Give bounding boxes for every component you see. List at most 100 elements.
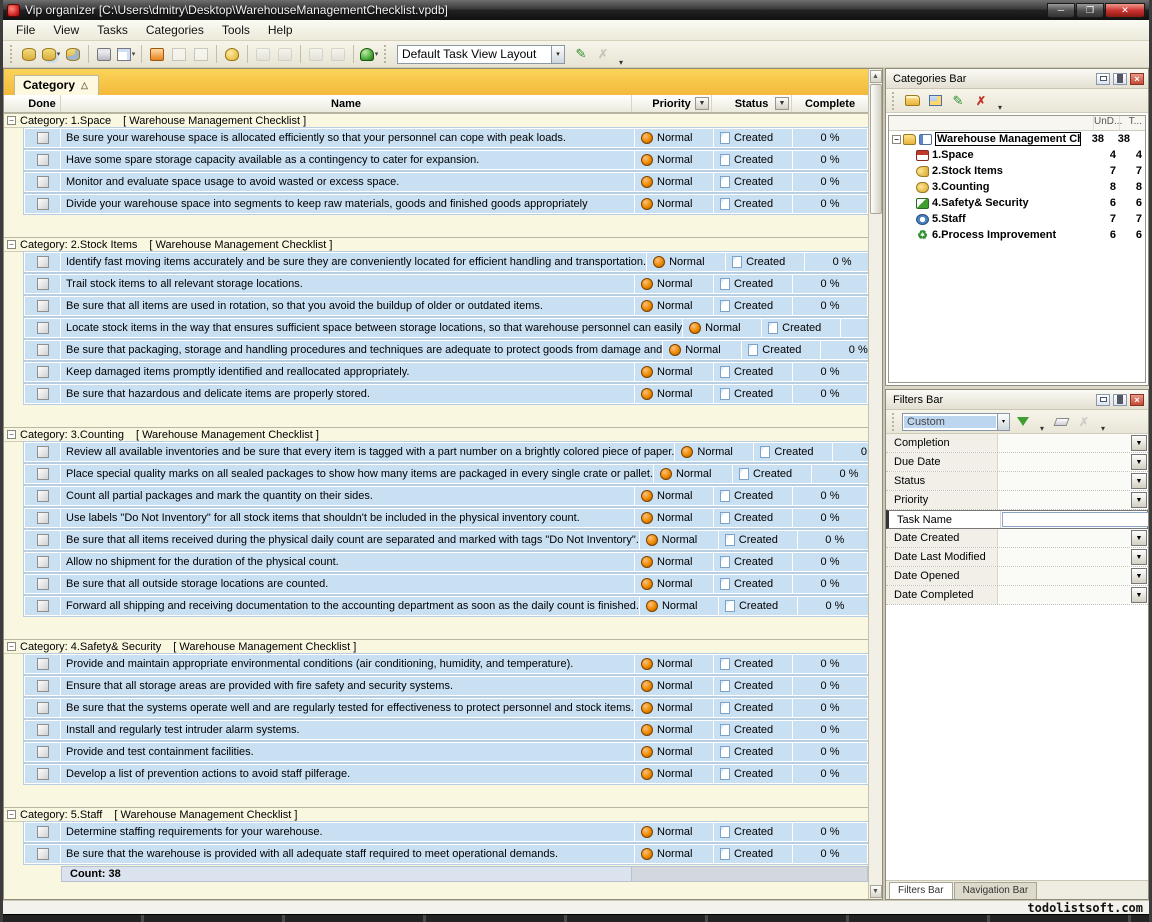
column-header-undone[interactable]: UnD...: [1093, 116, 1119, 130]
clear-filter-button[interactable]: [1051, 412, 1071, 431]
task-row[interactable]: Provide and test containment facilities.…: [4, 742, 868, 764]
move-down-button[interactable]: [275, 44, 295, 64]
layout-combobox[interactable]: Default Task View Layout ▾: [397, 45, 565, 64]
filter-dropdown-icon[interactable]: ▼: [1131, 454, 1147, 470]
filter-field-value[interactable]: [998, 434, 1130, 452]
filter-dropdown-icon[interactable]: ▼: [1131, 587, 1147, 603]
category-tree-item[interactable]: ♻6.Process Improvement66: [889, 227, 1145, 243]
filter-field-row[interactable]: Due Date▼: [886, 453, 1148, 472]
filter-dropdown-icon[interactable]: ▼: [1131, 492, 1147, 508]
task-done-checkbox[interactable]: [37, 534, 49, 546]
toolbar-overflow-icon[interactable]: ▾: [615, 58, 627, 67]
panel-pin-button[interactable]: [1113, 394, 1127, 406]
menu-help[interactable]: Help: [259, 21, 302, 39]
scroll-up-icon[interactable]: ▲: [870, 70, 882, 83]
combobox-arrow-icon[interactable]: ▾: [551, 46, 564, 63]
task-row[interactable]: Determine staffing requirements for your…: [4, 822, 868, 844]
task-done-checkbox[interactable]: [37, 154, 49, 166]
column-header-complete[interactable]: Complete: [792, 95, 868, 112]
filter-field-value[interactable]: [998, 529, 1130, 547]
filter-field-row[interactable]: Completion▼: [886, 434, 1148, 453]
column-header-priority[interactable]: Priority▼: [632, 95, 712, 112]
move-top-button[interactable]: [306, 44, 326, 64]
task-row[interactable]: Forward all shipping and receiving docum…: [4, 596, 868, 618]
apply-filter-caret-icon[interactable]: ▾: [1036, 424, 1048, 433]
reminders-button[interactable]: ▾: [359, 44, 379, 64]
edit-task-button[interactable]: [169, 44, 189, 64]
delete-filter-button[interactable]: ✗: [1074, 412, 1094, 431]
filter-field-value[interactable]: [998, 472, 1130, 490]
task-row[interactable]: Be sure your warehouse space is allocate…: [4, 128, 868, 150]
scrollbar-thumb[interactable]: [870, 84, 882, 214]
task-row[interactable]: Provide and maintain appropriate environ…: [4, 654, 868, 676]
panel-close-button[interactable]: ×: [1130, 394, 1144, 406]
category-group-header[interactable]: −Category: 5.Staff[ Warehouse Management…: [4, 807, 868, 822]
task-done-checkbox[interactable]: [37, 366, 49, 378]
task-done-checkbox[interactable]: [37, 446, 49, 458]
minimize-button[interactable]: ─: [1047, 3, 1075, 18]
task-done-checkbox[interactable]: [37, 256, 49, 268]
task-row[interactable]: Be sure that the warehouse is provided w…: [4, 844, 868, 866]
filter-dropdown-icon[interactable]: ▼: [1131, 435, 1147, 451]
column-header-name[interactable]: Name: [61, 95, 632, 112]
filter-field-row[interactable]: Status▼: [886, 472, 1148, 491]
task-done-checkbox[interactable]: [37, 680, 49, 692]
delete-category-button[interactable]: ✗: [971, 91, 991, 110]
delete-layout-button[interactable]: ✗: [593, 44, 613, 64]
menu-view[interactable]: View: [44, 21, 88, 39]
task-done-checkbox[interactable]: [37, 300, 49, 312]
task-row[interactable]: Count all partial packages and mark the …: [4, 486, 868, 508]
print-button[interactable]: [94, 44, 114, 64]
save-database-button[interactable]: [63, 44, 83, 64]
category-tree-item[interactable]: 2.Stock Items77: [889, 163, 1145, 179]
filter-preset-combobox[interactable]: Custom ▾: [902, 413, 1010, 431]
tab-filters-bar[interactable]: Filters Bar: [889, 882, 953, 899]
category-group-header[interactable]: −Category: 2.Stock Items[ Warehouse Mana…: [4, 237, 868, 252]
filter-field-value[interactable]: [998, 453, 1130, 471]
move-up-button[interactable]: [253, 44, 273, 64]
panel-pin-button[interactable]: [1113, 73, 1127, 85]
combobox-arrow-icon[interactable]: ▾: [997, 414, 1009, 430]
column-header-status[interactable]: Status▼: [712, 95, 792, 112]
group-by-category-tab[interactable]: Category △: [14, 75, 99, 95]
restore-button[interactable]: ❐: [1076, 3, 1104, 18]
task-done-checkbox[interactable]: [37, 198, 49, 210]
task-row[interactable]: Develop a list of prevention actions to …: [4, 764, 868, 786]
task-row[interactable]: Keep damaged items promptly identified a…: [4, 362, 868, 384]
filter-field-value[interactable]: [998, 491, 1130, 509]
tab-navigation-bar[interactable]: Navigation Bar: [954, 882, 1038, 899]
collapse-tree-icon[interactable]: −: [892, 135, 901, 144]
filter-dropdown-icon[interactable]: ▼: [1131, 568, 1147, 584]
panel-close-button[interactable]: ×: [1130, 73, 1144, 85]
filter-field-row[interactable]: Date Last Modified▼: [886, 548, 1148, 567]
task-row[interactable]: Identify fast moving items accurately an…: [4, 252, 868, 274]
open-database-button[interactable]: ▾: [41, 44, 61, 64]
task-done-checkbox[interactable]: [37, 176, 49, 188]
task-done-checkbox[interactable]: [37, 724, 49, 736]
task-done-checkbox[interactable]: [37, 512, 49, 524]
category-tree-item[interactable]: 1.Space44: [889, 147, 1145, 163]
task-row[interactable]: Be sure that hazardous and delicate item…: [4, 384, 868, 406]
task-done-checkbox[interactable]: [37, 658, 49, 670]
filters-toolbar-overflow-icon[interactable]: ▾: [1097, 424, 1109, 433]
filter-text-input[interactable]: [1002, 512, 1149, 527]
task-row[interactable]: Be sure that all items are used in rotat…: [4, 296, 868, 318]
filter-field-row[interactable]: Date Created▼: [886, 529, 1148, 548]
column-header-total[interactable]: T...: [1119, 116, 1145, 130]
delete-task-button[interactable]: [191, 44, 211, 64]
filter-field-value[interactable]: [998, 586, 1130, 604]
filter-field-value[interactable]: [998, 567, 1130, 585]
filter-field-row[interactable]: Priority▼: [886, 491, 1148, 510]
filter-dropdown-icon[interactable]: ▼: [1131, 473, 1147, 489]
add-subcategory-button[interactable]: [925, 91, 945, 110]
task-done-checkbox[interactable]: [37, 388, 49, 400]
task-done-checkbox[interactable]: [37, 556, 49, 568]
task-row[interactable]: Place special quality marks on all seale…: [4, 464, 868, 486]
menu-tools[interactable]: Tools: [213, 21, 259, 39]
task-done-checkbox[interactable]: [37, 490, 49, 502]
dropdown-caret-icon[interactable]: ▾: [57, 50, 61, 58]
task-done-checkbox[interactable]: [37, 600, 49, 612]
task-row[interactable]: Use labels "Do Not Inventory" for all st…: [4, 508, 868, 530]
task-row[interactable]: Be sure that all outside storage locatio…: [4, 574, 868, 596]
category-tree-item[interactable]: 5.Staff77: [889, 211, 1145, 227]
